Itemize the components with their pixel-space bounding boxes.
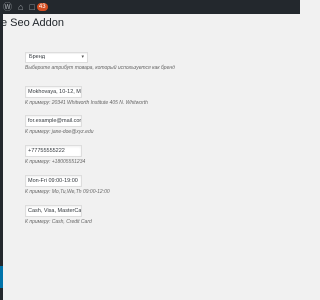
phone-description: К примеру: +18005551234 bbox=[25, 159, 86, 165]
admin-sidebar bbox=[0, 14, 3, 300]
chevron-down-icon: ▾ bbox=[81, 54, 84, 60]
payment-description: К примеру: Cash, Credit Card bbox=[25, 219, 92, 225]
home-icon: ⌂ bbox=[18, 1, 24, 12]
address-description: К примеру: 20341 Whitworth Institute 405… bbox=[25, 100, 148, 106]
admin-bar: Ⓦ ⌂ □ 43 bbox=[0, 0, 300, 14]
phone-input[interactable]: +77755555222 bbox=[25, 145, 82, 157]
wordpress-logo-button[interactable]: Ⓦ bbox=[0, 0, 15, 14]
comment-icon: □ bbox=[29, 1, 35, 12]
home-button[interactable]: ⌂ bbox=[15, 0, 26, 14]
comments-count-badge: 43 bbox=[36, 3, 48, 11]
brand-description: Выберите атрибут товара, который использ… bbox=[25, 65, 175, 71]
comments-button[interactable]: □ 43 bbox=[26, 0, 50, 14]
email-input[interactable]: for.example@mail.com bbox=[25, 115, 82, 127]
email-description: К примеру: jane-doe@xyz.edu bbox=[25, 129, 94, 135]
active-menu-indicator[interactable] bbox=[0, 266, 3, 288]
brand-select-value: Бренд bbox=[29, 54, 45, 60]
brand-select[interactable]: Бренд ▾ bbox=[25, 52, 88, 63]
address-input[interactable]: Mokhovaya, 10-12, Mo bbox=[25, 86, 82, 98]
hours-description: К примеру: Mo,Tu,We,Th 09:00-12:00 bbox=[25, 189, 110, 195]
wordpress-icon: Ⓦ bbox=[3, 1, 13, 12]
hours-input[interactable]: Mon-Fri 09:00-19:00 bbox=[25, 175, 82, 187]
payment-input[interactable]: Cash, Visa, MasterCard bbox=[25, 205, 82, 217]
page-title: e Seo Addon bbox=[1, 17, 65, 29]
